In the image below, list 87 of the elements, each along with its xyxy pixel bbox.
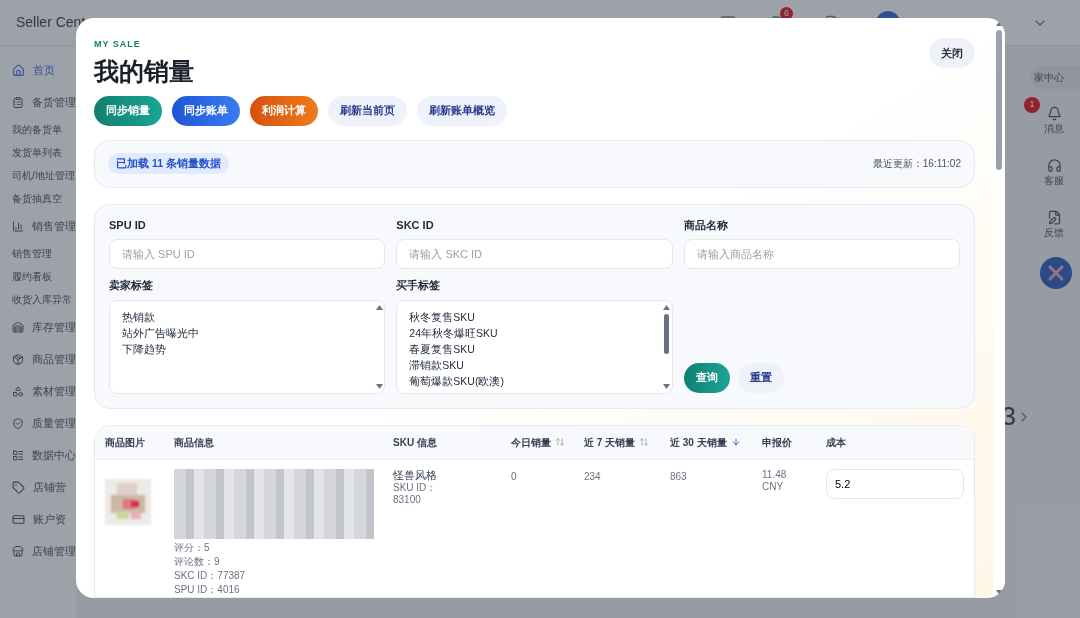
sidebar-item[interactable]: 履约看板: [12, 265, 76, 288]
side-tool-icon[interactable]: [1046, 210, 1062, 225]
loaded-count-badge: 已加载 11 条销量数据: [108, 152, 229, 175]
table-cell-text: 0: [511, 469, 518, 483]
side-tool-icon[interactable]: [1046, 158, 1062, 173]
action-button[interactable]: 利润计算: [250, 95, 318, 126]
scroll-down-icon[interactable]: [995, 590, 1003, 595]
sidebar-item[interactable]: 销售管理: [12, 242, 76, 265]
list-option[interactable]: 下降趋势: [122, 340, 375, 357]
column-header: 商品信息: [174, 435, 214, 450]
sort-descending-icon[interactable]: [730, 437, 741, 447]
cost-input[interactable]: 5.2: [826, 468, 964, 499]
list-option[interactable]: 葡萄爆款SKU(欧澳): [409, 372, 662, 389]
last-updated-text: 最近更新：16:11:02: [872, 157, 961, 171]
sidebar-section[interactable]: 销售管理: [32, 218, 76, 235]
field-label: 商品名称: [683, 217, 729, 233]
table-cell-text: 863: [670, 469, 688, 483]
table-cell-text: 234: [584, 469, 602, 483]
sku-id-label: SKU ID：: [393, 481, 438, 494]
merchant-center-link[interactable]: 家中心: [1030, 66, 1080, 89]
sidebar-section[interactable]: 备货管理: [32, 94, 76, 111]
field-label: 买手标签: [396, 278, 442, 293]
action-button[interactable]: 同步账单: [172, 95, 240, 126]
action-button[interactable]: 刷新当前页: [328, 95, 407, 126]
field-label: SKC ID: [396, 217, 435, 233]
column-header[interactable]: 近 7 天销量: [584, 434, 636, 450]
input-field[interactable]: 请输入 SKC ID: [396, 239, 673, 269]
multi-select-list[interactable]: 秋冬复售SKU 24年秋冬爆旺SKU 春夏复售SKU 滞销款SKU 葡萄爆款SKU(欧澳): [396, 299, 673, 394]
sidebar-item[interactable]: 司机/地址管理: [12, 164, 76, 187]
action-button[interactable]: 刷新账单概览: [417, 95, 507, 126]
scrollbar-thumb[interactable]: [996, 30, 1002, 170]
scrollbar-thumb[interactable]: [664, 313, 670, 354]
field-label: SPU ID: [109, 217, 147, 233]
column-header: 商品图片: [105, 435, 145, 450]
scroll-up-icon[interactable]: [995, 21, 1003, 26]
scroll-down-icon[interactable]: [375, 383, 383, 389]
sidebar-section[interactable]: 店铺营: [33, 479, 66, 496]
side-tool-label[interactable]: 客服: [1044, 173, 1064, 188]
sku-id-text: 83100: [393, 493, 422, 506]
close-button[interactable]: 关闭: [929, 38, 975, 68]
sidebar-item[interactable]: 收货入库异常: [12, 288, 76, 311]
sidebar-section[interactable]: 数据中心: [32, 447, 76, 464]
floating-assistant-icon[interactable]: [1040, 257, 1072, 289]
sku-style-text: 怪兽风格: [393, 468, 438, 482]
sidebar-section[interactable]: 质量管理: [32, 415, 76, 432]
side-tool-label[interactable]: 反馈: [1044, 225, 1064, 240]
currency-text: CNY: [762, 480, 785, 493]
sidebar-section[interactable]: 账户资: [33, 511, 66, 528]
multi-select-list[interactable]: 热销款 站外广告曝光中 下降趋势: [109, 299, 386, 394]
notification-badge: 1: [1024, 97, 1040, 113]
price-text: 11.48: [762, 468, 788, 481]
list-option[interactable]: 秋冬复售SKU: [409, 308, 662, 325]
list-option[interactable]: 滞销款SKU: [409, 356, 662, 373]
query-button[interactable]: 查询: [683, 362, 730, 393]
sidebar-section[interactable]: 商品管理: [32, 351, 76, 368]
input-field[interactable]: 请输入 SPU ID: [109, 239, 386, 269]
skc-id-text: SKC ID：77387: [174, 568, 247, 583]
dialog-eyebrow: MY SALE: [94, 38, 142, 51]
sidebar-section[interactable]: 店铺管理: [32, 543, 76, 560]
input-field[interactable]: 请输入商品名称: [683, 239, 960, 269]
column-header: SKU 信息: [393, 435, 437, 450]
column-header: 申报价: [762, 435, 792, 450]
column-header[interactable]: 近 30 天销量: [670, 434, 727, 450]
dialog-title: 我的销量: [94, 55, 194, 87]
list-option[interactable]: 热销款: [122, 308, 375, 325]
sidebar-item[interactable]: 发货单列表: [12, 141, 76, 164]
reset-button[interactable]: 重置: [737, 362, 784, 393]
column-header[interactable]: 今日销量: [511, 434, 551, 450]
list-option[interactable]: 春夏复售SKU: [409, 340, 662, 357]
sidebar-item[interactable]: 备货抽真空: [12, 187, 76, 210]
sidebar-section[interactable]: 库存管理: [32, 319, 76, 336]
review-count-text: 评论数：9: [174, 554, 221, 569]
scroll-down-icon[interactable]: [663, 383, 671, 389]
spu-id-text: SPU ID：4016: [174, 582, 241, 596]
list-option[interactable]: 24年秋冬爆旺SKU: [409, 324, 662, 341]
scroll-up-icon[interactable]: [663, 304, 671, 310]
sidebar-item[interactable]: 我的备货单: [12, 118, 76, 141]
sidebar-section[interactable]: 素材管理: [32, 383, 76, 400]
sidebar-section[interactable]: 首页: [33, 62, 55, 79]
rating-text: 评分：5: [174, 540, 211, 555]
side-tool-label[interactable]: 消息: [1044, 121, 1064, 136]
side-tool-icon[interactable]: [1046, 106, 1062, 121]
column-header: 成本: [826, 435, 846, 450]
field-label: 卖家标签: [109, 278, 154, 293]
action-button[interactable]: 同步销量: [94, 95, 162, 126]
scroll-up-icon[interactable]: [375, 304, 383, 310]
list-option[interactable]: 站外广告曝光中: [122, 324, 375, 341]
